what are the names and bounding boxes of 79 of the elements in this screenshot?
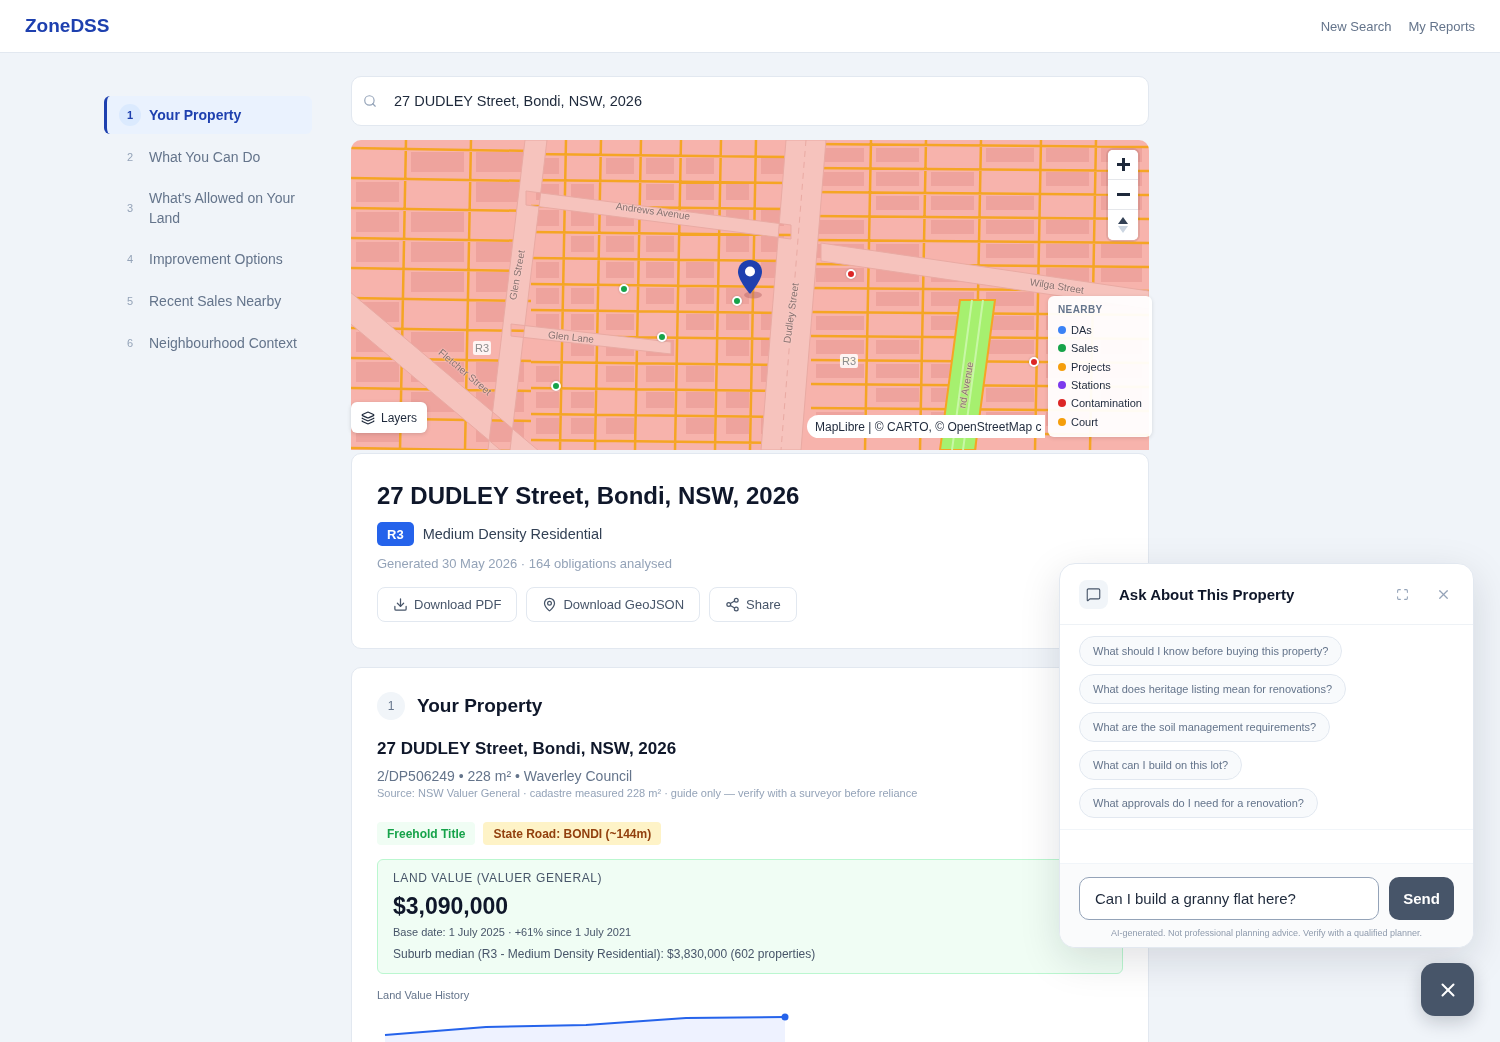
search-icon — [363, 94, 377, 108]
legend-label: Sales — [1071, 342, 1099, 355]
lot-details: 2/DP506249 • 228 m² • Waverley Council — [377, 767, 634, 785]
property-address: 27 DUDLEY Street, Bondi, NSW, 2026 — [377, 739, 678, 759]
legend-label: Projects — [1071, 360, 1111, 373]
map-marker-icon[interactable] — [657, 332, 667, 342]
action-button[interactable]: Download PDF — [377, 587, 518, 622]
suggestion-chip[interactable]: What approvals do I need for a renovation? — [1079, 788, 1318, 818]
compass-icon — [1118, 217, 1128, 233]
map-marker-icon[interactable] — [846, 269, 856, 279]
property-title: 27 DUDLEY Street, Bondi, NSW, 2026 — [377, 481, 801, 511]
disclaimer-text: AI-generated. Not professional planning advice. Verify with a qualified planner. — [1109, 927, 1424, 939]
chat-title: Ask About This Property — [1119, 585, 1296, 603]
sidebar-item[interactable]: 4 Improvement Options — [104, 240, 312, 278]
source-note: Source: NSW Valuer General · cadastre measured 228 m² · guide only — verify with a surveyor before reliance — [377, 786, 919, 801]
minus-icon — [1116, 193, 1130, 196]
legend-label: Contamination — [1071, 397, 1142, 410]
map-marker-icon[interactable] — [732, 296, 742, 306]
suggestion-chip[interactable]: What can I build on this lot? — [1079, 750, 1243, 780]
map-marker-icon[interactable] — [551, 381, 561, 391]
sidebar-item[interactable]: 2 What You Can Do — [104, 138, 312, 176]
suggestion-chip[interactable]: What does heritage listing mean for renovations? — [1079, 674, 1347, 704]
search-input[interactable]: 27 DUDLEY Street, Bondi, NSW, 2026 — [394, 90, 1137, 112]
legend-label: DAs — [1071, 324, 1092, 337]
zone-name: Medium Density Residential — [422, 526, 603, 542]
zone-badge: R3 — [377, 522, 414, 546]
send-button[interactable]: Send — [1389, 877, 1454, 920]
map-marker-icon[interactable] — [1029, 357, 1039, 367]
legend-title: NEARBY — [1058, 304, 1104, 316]
step-number: 1 — [119, 104, 141, 126]
close-chat-button[interactable] — [1421, 963, 1474, 1016]
sidebar-item[interactable]: 1 Your Property — [104, 96, 312, 134]
step-number: 2 — [125, 150, 135, 165]
property-tag: State Road: BONDI (~144m) — [483, 822, 662, 845]
suggestion-chip[interactable]: What should I know before buying this property? — [1079, 636, 1343, 666]
sidebar-item[interactable]: 5 Recent Sales Nearby — [104, 282, 312, 320]
base-date-note: Base date: 1 July 2025 · +61% since 1 July 2021 — [393, 925, 633, 940]
street-label: Glen Street — [507, 249, 527, 301]
legend-label: Stations — [1071, 379, 1111, 392]
plus-icon — [1116, 158, 1130, 171]
zone-label: R3 — [839, 354, 859, 368]
map-marker-icon[interactable] — [619, 284, 629, 294]
step-number: 5 — [125, 294, 135, 309]
history-title: Land Value History — [377, 988, 471, 1003]
street-label: Wilga Street — [1029, 276, 1085, 296]
share-icon — [725, 597, 741, 612]
action-button[interactable]: Download GeoJSON — [526, 587, 701, 622]
legend-label: Court — [1071, 415, 1098, 428]
suggestion-chip[interactable]: What are the soil management requirements? — [1079, 712, 1331, 742]
zoom-in-button[interactable] — [1108, 150, 1138, 180]
search-field[interactable]: 27 DUDLEY Street, Bondi, NSW, 2026 — [351, 76, 1149, 126]
layers-button[interactable]: Layers — [351, 402, 428, 433]
suburb-median-note: Suburb median (R3 - Medium Density Residential): $3,830,000 (602 properties) — [393, 946, 817, 962]
sidebar-item[interactable]: 3 What's Allowed on Your Land — [104, 180, 312, 236]
report-meta: Generated 30 May 2026 · 164 obligations analysed — [377, 555, 673, 573]
sidebar-item[interactable]: 6 Neighbourhood Context — [104, 324, 312, 362]
logo[interactable]: ZoneDSS — [25, 15, 110, 37]
layers-icon — [361, 410, 375, 425]
map-attribution: MapLibre | © CARTO, © OpenStreetMap c — [807, 415, 1046, 438]
section-number: 1 — [377, 692, 405, 720]
property-tag: Freehold Title — [377, 822, 476, 845]
download-icon — [393, 597, 408, 612]
street-label: Glen Lane — [547, 329, 595, 345]
zone-label: R3 — [472, 341, 492, 355]
nav-link[interactable]: New Search — [1320, 18, 1392, 34]
street-label: nd Avenue — [956, 360, 976, 410]
action-button[interactable]: Share — [709, 587, 797, 622]
step-number: 3 — [125, 201, 135, 216]
land-value-label: LAND VALUE (VALUER GENERAL) — [393, 870, 604, 886]
section-title: Your Property — [417, 695, 543, 717]
step-number: 4 — [125, 252, 135, 267]
nav-link[interactable]: My Reports — [1408, 18, 1475, 34]
chat-input[interactable]: Can I build a granny flat here? — [1079, 877, 1379, 920]
street-label: Andrews Avenue — [615, 200, 691, 222]
step-number: 6 — [125, 336, 135, 351]
map-pin-icon — [542, 597, 558, 612]
chat-bubble-icon — [1079, 579, 1108, 609]
street-label: Dudley Street — [781, 282, 801, 344]
expand-icon — [1396, 587, 1409, 601]
